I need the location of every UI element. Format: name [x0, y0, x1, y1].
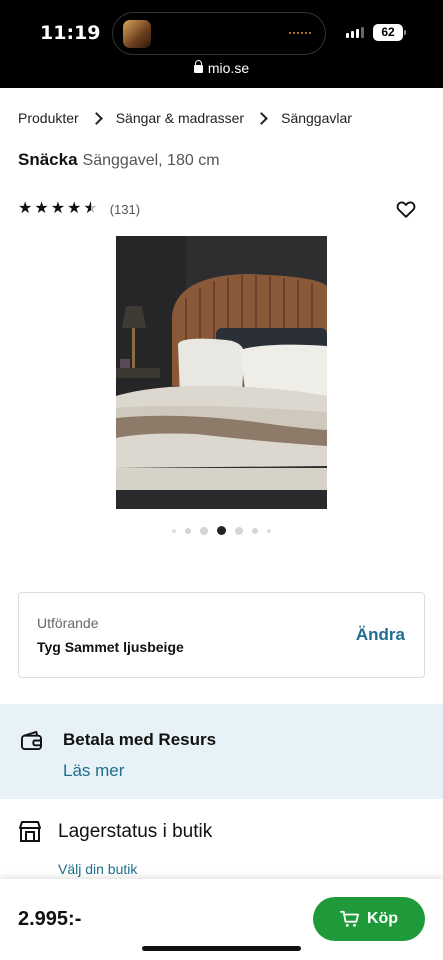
star-icon: ★: [50, 200, 66, 217]
variant-value: Tyg Sammet ljusbeige: [37, 639, 184, 655]
carousel-dot[interactable]: [252, 527, 258, 534]
carousel-dot[interactable]: [185, 527, 191, 534]
price: 2.995:-: [18, 908, 82, 930]
audio-indicator-icon: [289, 32, 311, 36]
dynamic-island[interactable]: [112, 12, 326, 55]
status-bar: 11:19 62 mio.se: [0, 0, 443, 88]
clock: 11:19: [40, 22, 101, 44]
home-indicator[interactable]: [142, 946, 301, 951]
star-icon: ★: [67, 200, 82, 217]
store-stock-title: Lagerstatus i butik: [58, 821, 213, 842]
wallet-icon: [21, 730, 43, 751]
rating[interactable]: ★ ★ ★ ★ ★ (131): [18, 200, 140, 218]
cellular-signal-icon: [346, 27, 364, 38]
breadcrumb-item-sanggavlar[interactable]: Sänggavlar: [281, 110, 352, 126]
change-variant-link[interactable]: Ändra: [356, 625, 405, 645]
battery-icon: 62: [373, 24, 406, 41]
chevron-right-icon: [89, 111, 103, 125]
star-icon: ★: [18, 200, 33, 217]
breadcrumb: Produkter Sängar & madrasser Sänggavlar: [18, 110, 352, 126]
half-star-icon: ★: [83, 200, 98, 217]
product-name: Snäcka: [18, 150, 78, 169]
carousel-dot[interactable]: [267, 528, 271, 533]
chevron-right-icon: [255, 111, 268, 125]
star-icon: ★: [34, 200, 49, 217]
product-image[interactable]: [116, 236, 327, 509]
carousel-dot[interactable]: [172, 528, 176, 533]
product-title: Snäcka Sänggavel, 180 cm: [18, 150, 220, 170]
variant-selector[interactable]: Utförande Tyg Sammet ljusbeige Ändra: [18, 592, 425, 678]
bed-photo: [116, 236, 327, 509]
payment-title: Betala med Resurs: [63, 730, 217, 749]
now-playing-artwork: [123, 20, 151, 48]
url-text: mio.se: [207, 60, 250, 76]
read-more-link[interactable]: Läs mer: [63, 761, 124, 781]
breadcrumb-item-sangar[interactable]: Sängar & madrasser: [116, 110, 244, 126]
image-carousel-pagination[interactable]: [0, 526, 443, 535]
carousel-dot-active[interactable]: [217, 526, 226, 535]
heart-icon[interactable]: [395, 198, 417, 220]
choose-store-link[interactable]: Välj din butik: [58, 861, 137, 877]
payment-banner: Betala med Resurs Läs mer: [0, 704, 443, 799]
product-subtitle: Sänggavel, 180 cm: [82, 152, 220, 169]
rating-count: (131): [109, 201, 141, 217]
star-rating: ★ ★ ★ ★ ★: [18, 200, 98, 218]
carousel-dot[interactable]: [200, 526, 208, 535]
buy-button-label: Köp: [366, 910, 399, 927]
buy-button[interactable]: Köp: [313, 897, 425, 941]
lock-icon: [193, 60, 203, 73]
carousel-dot[interactable]: [235, 526, 243, 535]
cart-icon: [340, 910, 359, 927]
variant-label: Utförande: [37, 615, 99, 631]
breadcrumb-item-produkter[interactable]: Produkter: [18, 110, 79, 126]
store-icon: [19, 821, 41, 842]
address-bar[interactable]: mio.se: [0, 60, 443, 76]
